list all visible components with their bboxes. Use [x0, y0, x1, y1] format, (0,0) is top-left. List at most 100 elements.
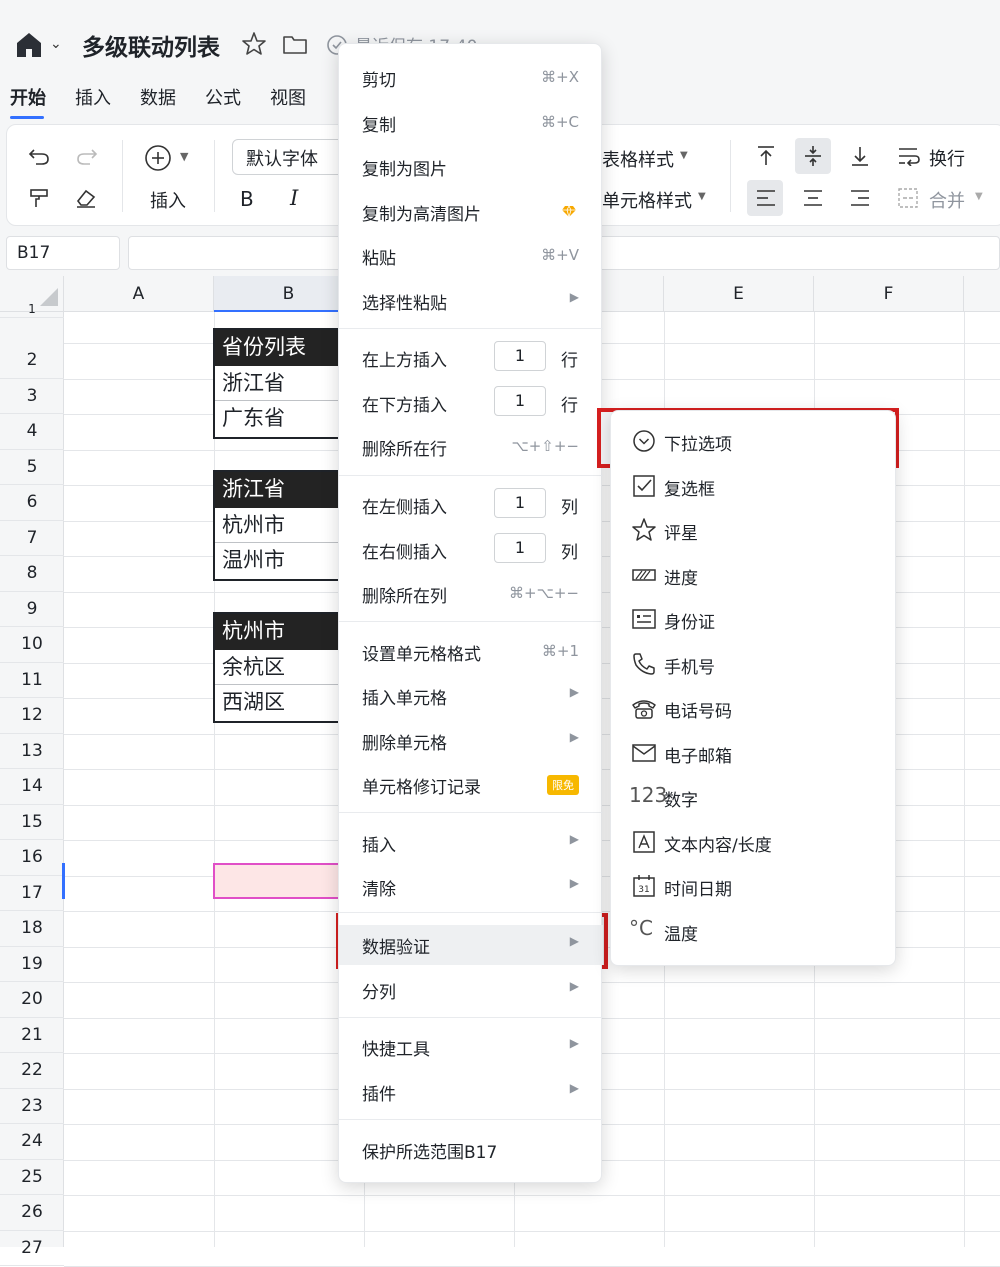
row-header-4[interactable]: 4 — [0, 414, 64, 450]
menu-item-protect-range[interactable]: 保护所选范围B17 — [339, 1130, 603, 1170]
italic-button[interactable]: I — [290, 186, 298, 210]
row-header-13[interactable]: 13 — [0, 734, 64, 770]
row-header-26[interactable]: 26 — [0, 1195, 64, 1231]
row-header-5[interactable]: 5 — [0, 450, 64, 486]
submenu-item-dropdown[interactable]: 下拉选项 — [611, 421, 897, 461]
tab-data[interactable]: 数据 — [140, 84, 176, 110]
tab-insert[interactable]: 插入 — [75, 84, 111, 110]
align-right-icon[interactable] — [849, 188, 871, 208]
submenu-item-id-card[interactable]: 身份证 — [611, 599, 897, 639]
document-title[interactable]: 多级联动列表 — [82, 28, 220, 62]
menu-item-split-column[interactable]: 分列 ▶ — [339, 970, 603, 1010]
menu-item-insert[interactable]: 插入 ▶ — [339, 823, 603, 863]
menu-item-copy-as-image[interactable]: 复制为图片 — [339, 147, 603, 187]
row-header-14[interactable]: 14 — [0, 769, 64, 805]
cell-reference-box[interactable]: B17 — [6, 236, 120, 270]
row-header-11[interactable]: 11 — [0, 663, 64, 699]
submenu-item-email[interactable]: 电子邮箱 — [611, 733, 897, 773]
row-header-1[interactable]: 1 — [0, 300, 64, 318]
merge-caret-icon[interactable]: ▼ — [975, 191, 983, 202]
star-icon[interactable] — [240, 30, 268, 58]
submenu-item-rating[interactable]: 评星 — [611, 510, 897, 550]
cell-style-caret-icon[interactable]: ▼ — [698, 191, 706, 202]
row-header-21[interactable]: 21 — [0, 1018, 64, 1054]
eraser-icon[interactable] — [74, 187, 98, 209]
align-middle-icon[interactable] — [802, 144, 824, 168]
row-header-18[interactable]: 18 — [0, 911, 64, 947]
menu-item-delete-column[interactable]: 删除所在列 ⌘+⌥+− — [339, 574, 603, 614]
submenu-item-progress[interactable]: 进度 — [611, 555, 897, 595]
menu-item-insert-right[interactable]: 在右侧插入 1 列 — [339, 530, 603, 570]
wrap-text-button[interactable]: 换行 — [929, 145, 965, 171]
row-header-27[interactable]: 27 — [0, 1231, 64, 1267]
menu-item-paste[interactable]: 粘贴 ⌘+V — [339, 236, 603, 276]
menu-item-insert-below[interactable]: 在下方插入 1 行 — [339, 383, 603, 423]
wrap-text-icon[interactable] — [897, 146, 921, 166]
menu-item-quick-tools[interactable]: 快捷工具 ▶ — [339, 1027, 603, 1067]
menu-item-insert-above[interactable]: 在上方插入 1 行 — [339, 338, 603, 378]
align-bottom-icon[interactable] — [849, 144, 871, 168]
menu-item-data-validation[interactable]: 数据验证 ▶ — [339, 925, 603, 965]
row-header-9[interactable]: 9 — [0, 592, 64, 628]
submenu-item-temperature[interactable]: °C 温度 — [611, 911, 897, 951]
menu-item-cut[interactable]: 剪切 ⌘+X — [339, 58, 603, 98]
align-left-icon[interactable] — [755, 188, 777, 208]
insert-dropdown-caret-icon[interactable]: ▼ — [180, 150, 188, 163]
menu-item-plugins[interactable]: 插件 ▶ — [339, 1072, 603, 1112]
submenu-item-number[interactable]: 123 数字 — [611, 777, 897, 817]
insert-right-count-input[interactable]: 1 — [494, 533, 546, 563]
menu-item-clear[interactable]: 清除 ▶ — [339, 867, 603, 907]
folder-icon[interactable] — [282, 32, 308, 56]
menu-item-copy[interactable]: 复制 ⌘+C — [339, 103, 603, 143]
format-painter-icon[interactable] — [28, 187, 50, 209]
menu-item-delete-cells[interactable]: 删除单元格 ▶ — [339, 721, 603, 761]
row-header-25[interactable]: 25 — [0, 1160, 64, 1196]
row-header-6[interactable]: 6 — [0, 485, 64, 521]
home-icon[interactable] — [14, 30, 44, 60]
row-header-3[interactable]: 3 — [0, 379, 64, 415]
row-header-12[interactable]: 12 — [0, 698, 64, 734]
home-dropdown-caret-icon[interactable]: ⌄ — [50, 36, 62, 52]
row-header-15[interactable]: 15 — [0, 805, 64, 841]
insert-above-count-input[interactable]: 1 — [494, 341, 546, 371]
row-header-19[interactable]: 19 — [0, 947, 64, 983]
merge-cells-button[interactable]: 合并 — [929, 187, 965, 213]
row-header-22[interactable]: 22 — [0, 1053, 64, 1089]
redo-icon[interactable] — [76, 146, 98, 166]
menu-item-paste-special[interactable]: 选择性粘贴 ▶ — [339, 281, 603, 321]
tab-view[interactable]: 视图 — [270, 84, 306, 110]
insert-below-count-input[interactable]: 1 — [494, 386, 546, 416]
tab-formula[interactable]: 公式 — [205, 84, 241, 110]
submenu-item-telephone[interactable]: 电话号码 — [611, 688, 897, 728]
menu-item-delete-row[interactable]: 删除所在行 ⌥+⇧+− — [339, 427, 603, 467]
align-center-icon[interactable] — [802, 188, 824, 208]
submenu-item-text-length[interactable]: 文本内容/长度 — [611, 822, 897, 862]
menu-item-insert-left[interactable]: 在左侧插入 1 列 — [339, 485, 603, 525]
menu-item-format-cells[interactable]: 设置单元格格式 ⌘+1 — [339, 632, 603, 672]
menu-item-insert-cells[interactable]: 插入单元格 ▶ — [339, 676, 603, 716]
cell-style-button[interactable]: 单元格样式 — [602, 187, 692, 213]
menu-item-copy-as-hd-image[interactable]: 复制为高清图片 — [339, 192, 603, 232]
toolbar-insert-label[interactable]: 插入 — [150, 187, 186, 213]
menu-item-cell-history[interactable]: 单元格修订记录 限免 — [339, 765, 603, 805]
row-header-2[interactable]: 2 — [0, 343, 64, 379]
submenu-item-datetime[interactable]: 31 时间日期 — [611, 866, 897, 906]
table-style-button[interactable]: 表格样式 — [602, 146, 674, 172]
submenu-item-checkbox[interactable]: 复选框 — [611, 466, 897, 506]
row-header-23[interactable]: 23 — [0, 1089, 64, 1125]
insert-plus-icon[interactable] — [144, 144, 172, 172]
column-header-f[interactable]: F — [814, 276, 964, 312]
row-header-24[interactable]: 24 — [0, 1124, 64, 1160]
merge-cells-icon[interactable] — [897, 187, 919, 209]
row-header-8[interactable]: 8 — [0, 556, 64, 592]
column-header-a[interactable]: A — [64, 276, 214, 312]
insert-left-count-input[interactable]: 1 — [494, 488, 546, 518]
row-header-20[interactable]: 20 — [0, 982, 64, 1018]
row-header-16[interactable]: 16 — [0, 840, 64, 876]
bold-button[interactable]: B — [240, 187, 254, 211]
row-header-7[interactable]: 7 — [0, 521, 64, 557]
row-header-10[interactable]: 10 — [0, 627, 64, 663]
column-header-e[interactable]: E — [664, 276, 814, 312]
row-header-17[interactable]: 17 — [0, 876, 64, 912]
tab-start[interactable]: 开始 — [10, 84, 46, 110]
